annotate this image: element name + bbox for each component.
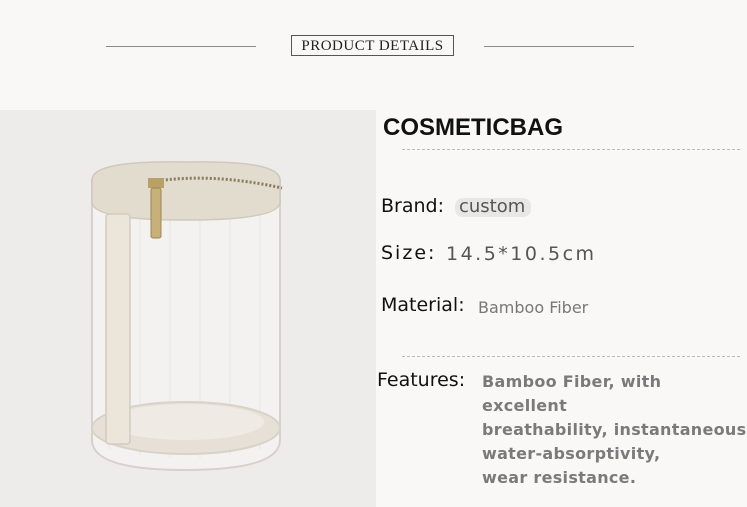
product-title: COSMETICBAG <box>383 114 563 141</box>
product-photo <box>0 110 376 507</box>
size-value: 14.5*10.5cm <box>446 243 597 265</box>
cosmetic-bag-illustration <box>91 161 283 472</box>
material-label: Material: <box>381 294 465 316</box>
header-line-left <box>106 46 256 47</box>
section-header: PRODUCT DETAILS <box>291 35 454 56</box>
brand-label: Brand: <box>381 195 444 217</box>
features-label: Features: <box>377 369 466 391</box>
features-line: breathability, instantaneous <box>482 420 747 439</box>
brand-value: custom <box>459 196 526 217</box>
features-text: Bamboo Fiber, with excellent breathabili… <box>482 370 747 490</box>
material-value: Bamboo Fiber <box>478 298 589 317</box>
features-line: Bamboo Fiber, with excellent <box>482 372 662 415</box>
divider-bottom <box>402 356 740 357</box>
divider-top <box>402 149 740 150</box>
features-line: wear resistance. <box>482 468 637 487</box>
size-label: Size: <box>381 242 437 264</box>
header-line-right <box>484 46 634 47</box>
features-line: water-absorptivity, <box>482 444 661 463</box>
